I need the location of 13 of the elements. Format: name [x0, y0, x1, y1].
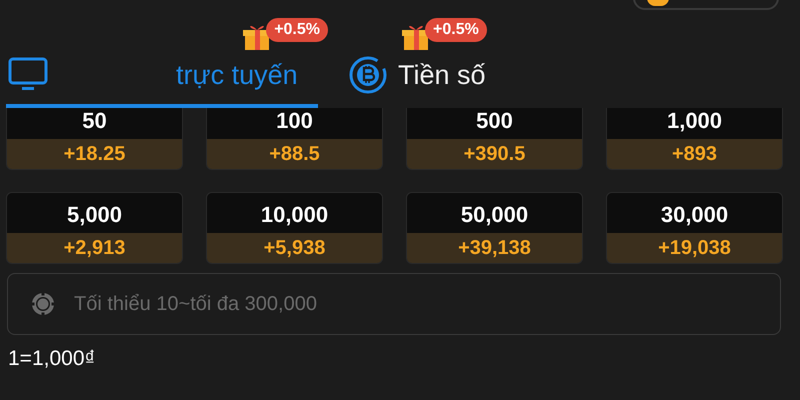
amount-option[interactable]: 50 +18.25	[6, 108, 183, 170]
amount-option[interactable]: 10,000 +5,938	[206, 192, 383, 264]
amount-option[interactable]: 100 +88.5	[206, 108, 383, 170]
amount-option[interactable]: 500 +390.5	[406, 108, 583, 170]
bonus-badge: +0.5%	[425, 18, 487, 42]
exchange-rate: 1=1,000₫	[8, 347, 96, 371]
amount-option[interactable]: 1,000 +893	[606, 108, 783, 170]
bonus-badge: +0.5%	[266, 18, 328, 42]
amount-option[interactable]: 5,000 +2,913	[6, 192, 183, 264]
amount-field[interactable]: Tối thiểu 10~tối đa 300,000	[7, 273, 781, 335]
tab[interactable]: Tiền số	[346, 46, 494, 108]
amount-option[interactable]: 50,000 +39,138	[406, 192, 583, 264]
amount-option[interactable]: 30,000 +19,038	[606, 192, 783, 264]
